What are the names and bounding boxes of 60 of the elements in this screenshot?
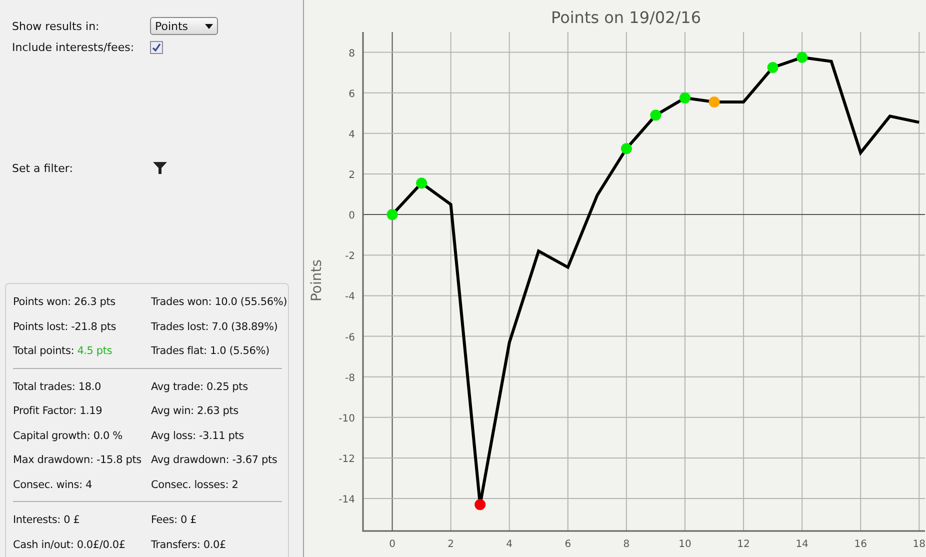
tick-label: 10 xyxy=(678,539,692,550)
tick-label: 8 xyxy=(348,48,355,60)
tick-label: -4 xyxy=(345,292,355,303)
tick-label: 4 xyxy=(348,129,355,140)
tick-label: -8 xyxy=(345,372,355,384)
stat-text: Max drawdown: -15.8 pts xyxy=(13,454,142,466)
stat-text: Trades lost: 7.0 (38.89%) xyxy=(151,320,279,333)
tick-label: 14 xyxy=(796,539,808,550)
tick-label: 0 xyxy=(389,539,396,550)
tick-label: -14 xyxy=(338,494,355,506)
tick-label: 6 xyxy=(564,539,572,550)
stat-text: Transfers: 0.0£ xyxy=(151,538,227,551)
data-point xyxy=(650,110,662,121)
stat-text: Trades won: 10.0 (55.56%) xyxy=(151,296,288,308)
axis-title: Points xyxy=(309,259,325,302)
tick-label: 0 xyxy=(348,210,355,222)
stat-text: Total points: 4.5 pts xyxy=(13,345,114,358)
data-point xyxy=(708,96,720,108)
chart-title: Points on 19/02/16 xyxy=(550,8,702,27)
data-point xyxy=(796,52,808,63)
stat-text: Consec. losses: 2 xyxy=(151,478,240,491)
tick-label: 16 xyxy=(854,539,867,550)
field-label: Include interests/fees: xyxy=(12,41,136,54)
stat-text: Points lost: -21.8 pts xyxy=(13,320,118,333)
stat-text: Avg trade: 0.25 pts xyxy=(151,380,249,393)
field-label: Set a filter: xyxy=(12,162,74,174)
tick-label: 4 xyxy=(506,539,513,550)
tick-label: 8 xyxy=(623,539,630,550)
tick-label: 12 xyxy=(737,539,750,550)
stat-text: Avg win: 2.63 pts xyxy=(151,405,240,418)
tick-label: 2 xyxy=(448,539,454,550)
caret-icon xyxy=(205,24,213,28)
stat-text: Points won: 26.3 pts xyxy=(13,296,116,308)
tick-label: 6 xyxy=(348,88,355,100)
data-point xyxy=(620,143,632,154)
stat-text: Fees: 0 £ xyxy=(151,514,198,526)
stat-text: Consec. wins: 4 xyxy=(13,478,93,491)
data-point xyxy=(679,92,690,104)
results-dropdown[interactable]: Points xyxy=(150,17,218,35)
tick-label: 18 xyxy=(912,539,925,550)
interests-checkbox[interactable] xyxy=(150,41,163,54)
tick-label: -10 xyxy=(338,413,355,424)
stat-text: Cash in/out: 0.0£/0.0£ xyxy=(13,538,126,551)
tick-label: 2 xyxy=(348,170,355,181)
field-label: Show results in: xyxy=(12,20,100,32)
data-point xyxy=(767,62,778,73)
stat-text: Avg loss: -3.11 pts xyxy=(151,430,245,442)
tick-label: -2 xyxy=(345,251,355,262)
stat-text: Total trades: 18.0 xyxy=(13,380,102,393)
stat-text: Avg drawdown: -3.67 pts xyxy=(151,454,278,466)
stat-text: Trades flat: 1.0 (5.56%) xyxy=(151,345,270,358)
stat-text: Interests: 0 £ xyxy=(13,514,81,526)
stat-text: Profit Factor: 1.19 xyxy=(13,405,104,418)
data-point xyxy=(474,499,486,510)
tick-label: -6 xyxy=(345,332,355,344)
tick-label: -12 xyxy=(338,454,355,465)
data-point xyxy=(386,209,398,220)
filter-icon[interactable] xyxy=(153,161,167,175)
stat-text: Capital growth: 0.0 % xyxy=(13,430,124,442)
data-point xyxy=(416,178,428,189)
